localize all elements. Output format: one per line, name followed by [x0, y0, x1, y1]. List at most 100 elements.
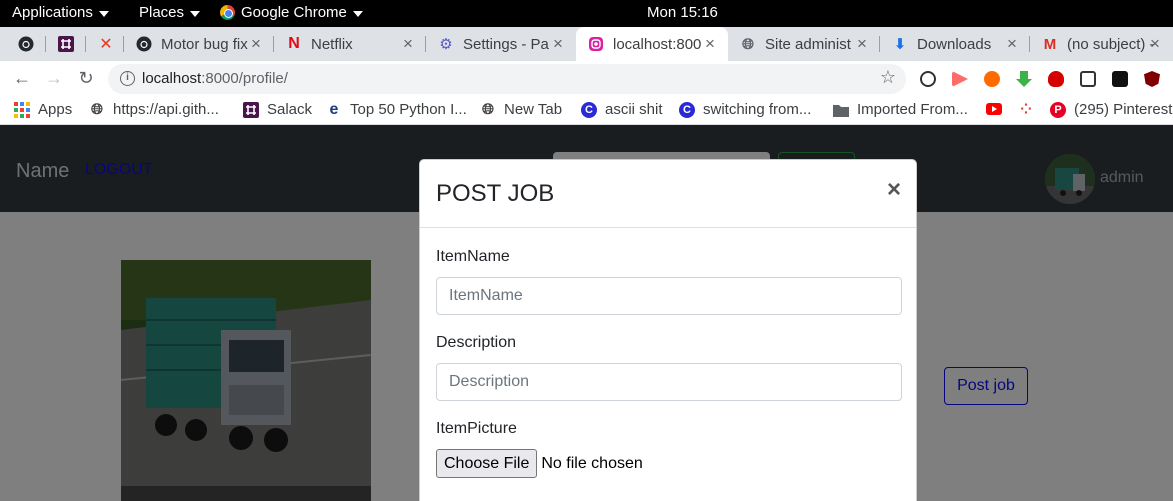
- tab-downloads[interactable]: ⬇ Downloads ×: [880, 27, 1030, 61]
- back-icon[interactable]: ←: [11, 68, 33, 89]
- forward-icon[interactable]: →: [43, 68, 65, 89]
- applications-label: Applications: [12, 4, 93, 21]
- info-icon[interactable]: i: [120, 71, 135, 86]
- bookmark-new-tab[interactable]: 🌐︎ New Tab: [480, 101, 562, 118]
- instagram-icon: [588, 36, 604, 52]
- bookmark-label: Top 50 Python I...: [350, 101, 467, 118]
- browser-toolbar: ← → ↻ i localhost:8000/profile/ ☆: [0, 61, 1173, 97]
- item-picture-label: ItemPicture: [436, 420, 517, 437]
- bookmark-switching-from[interactable]: C switching from...: [679, 101, 811, 118]
- bookmark-label: switching from...: [703, 101, 812, 118]
- post-job-modal: POST JOB × ItemName Description ItemPict…: [419, 159, 917, 501]
- github-icon: [18, 36, 34, 52]
- file-status: No file chosen: [541, 454, 643, 472]
- globe-icon: 🌐︎: [90, 101, 103, 118]
- tab-motor-bug-fix[interactable]: Motor bug fix ×: [124, 27, 274, 61]
- extension-code-icon[interactable]: [920, 71, 936, 87]
- clock[interactable]: Mon 15:16: [647, 4, 718, 21]
- tab-x[interactable]: ✕: [86, 27, 124, 61]
- pinterest-icon: P: [1050, 101, 1066, 118]
- bookmark-label: https://api.gith...: [113, 101, 219, 118]
- caret-down-icon: [98, 10, 109, 17]
- tab-gmail[interactable]: M (no subject) - ×: [1030, 27, 1173, 61]
- gmail-icon: M: [1043, 35, 1057, 53]
- bookmarks-bar: Apps 🌐︎ https://api.gith... Salack e Top…: [0, 97, 1173, 125]
- bookmark-star-icon[interactable]: ☆: [880, 67, 896, 88]
- caret-down-icon: [352, 10, 363, 17]
- address-bar[interactable]: i localhost:8000/profile/ ☆: [108, 64, 906, 94]
- bookmark-label: ascii shit: [605, 101, 663, 118]
- item-name-label: ItemName: [436, 248, 510, 265]
- choose-file-button[interactable]: Choose File: [436, 449, 538, 478]
- apps-grid-icon: [14, 101, 30, 118]
- globe-icon: 🌐︎: [741, 35, 754, 53]
- bookmark-label: Apps: [38, 101, 73, 118]
- bookmark-apps[interactable]: Apps: [14, 101, 72, 118]
- browser-app-menu[interactable]: Google Chrome: [220, 4, 363, 21]
- modal-title: POST JOB: [436, 180, 555, 207]
- extension-dark-icon[interactable]: [1112, 71, 1128, 87]
- close-tab-icon[interactable]: ×: [400, 34, 416, 54]
- tab-strip: ✕ Motor bug fix × N Netflix × ⚙ Settings…: [0, 27, 1173, 61]
- caret-down-icon: [190, 10, 201, 17]
- download-icon: ⬇: [893, 36, 907, 53]
- extension-box-icon[interactable]: [1080, 71, 1096, 87]
- system-top-bar: Applications Places Google Chrome Mon 15…: [0, 0, 1173, 27]
- x-icon: ✕: [99, 36, 113, 53]
- netflix-icon: N: [288, 35, 300, 52]
- tab-github[interactable]: [6, 27, 46, 61]
- bookmark-dots[interactable]: ⁘: [1018, 101, 1042, 117]
- item-name-input[interactable]: [436, 277, 902, 315]
- extension-play-icon[interactable]: [952, 71, 968, 87]
- folder-icon: [833, 102, 849, 118]
- ublock-icon[interactable]: [1144, 71, 1160, 87]
- bookmark-ascii[interactable]: C ascii shit: [581, 101, 663, 118]
- c-icon: C: [581, 101, 597, 118]
- youtube-icon: [986, 101, 1002, 117]
- bookmark-label: New Tab: [504, 101, 563, 118]
- close-tab-icon[interactable]: ×: [702, 34, 718, 54]
- extension-orange-icon[interactable]: [984, 71, 1000, 87]
- close-tab-icon[interactable]: ×: [248, 34, 264, 54]
- reload-icon[interactable]: ↻: [75, 68, 97, 89]
- slack-icon: [58, 36, 74, 52]
- web-page: Name LOGOUT admin: [0, 125, 1173, 501]
- globe-icon: 🌐︎: [481, 101, 494, 118]
- modal-header: POST JOB ×: [420, 160, 916, 228]
- applications-menu[interactable]: Applications: [12, 4, 109, 21]
- tab-slack[interactable]: [46, 27, 86, 61]
- close-tab-icon[interactable]: ×: [1004, 34, 1020, 54]
- close-icon[interactable]: ×: [887, 176, 901, 204]
- url-text[interactable]: localhost:8000/profile/: [142, 70, 288, 87]
- bookmark-salack[interactable]: Salack: [243, 101, 312, 118]
- browser-label: Google Chrome: [241, 4, 347, 21]
- places-menu[interactable]: Places: [139, 4, 201, 21]
- tab-settings[interactable]: ⚙ Settings - Pa ×: [426, 27, 576, 61]
- bookmark-imported-folder[interactable]: Imported From...: [833, 101, 968, 118]
- places-label: Places: [139, 4, 185, 21]
- dots-icon: ⁘: [1020, 100, 1032, 117]
- bookmark-api-github[interactable]: 🌐︎ https://api.gith...: [89, 101, 219, 118]
- slack-icon: [243, 101, 259, 118]
- bookmark-label: Imported From...: [857, 101, 968, 118]
- gear-icon: ⚙: [439, 36, 453, 53]
- extension-red-icon[interactable]: [1048, 71, 1064, 87]
- c-icon: C: [679, 101, 695, 118]
- tab-netflix[interactable]: N Netflix ×: [274, 27, 426, 61]
- bookmark-label: (295) Pinterest: [1074, 101, 1173, 118]
- description-input[interactable]: [436, 363, 902, 401]
- github-icon: [136, 36, 152, 52]
- close-tab-icon[interactable]: ×: [550, 34, 566, 54]
- close-tab-icon[interactable]: ×: [854, 34, 870, 54]
- extension-download-icon[interactable]: [1016, 71, 1032, 87]
- tab-site-administration[interactable]: 🌐︎ Site administ ×: [728, 27, 880, 61]
- bookmark-label: Salack: [267, 101, 313, 118]
- bookmark-top-50-python[interactable]: e Top 50 Python I...: [326, 101, 467, 119]
- close-tab-icon[interactable]: ×: [1147, 34, 1163, 54]
- tab-localhost-active[interactable]: localhost:800 ×: [576, 27, 728, 61]
- chrome-icon: [220, 5, 235, 20]
- item-picture-file-input: Choose File No file chosen: [436, 449, 643, 478]
- description-label: Description: [436, 334, 517, 351]
- bookmark-pinterest[interactable]: P (295) Pinterest: [1050, 101, 1172, 118]
- bookmark-youtube[interactable]: [986, 101, 1010, 117]
